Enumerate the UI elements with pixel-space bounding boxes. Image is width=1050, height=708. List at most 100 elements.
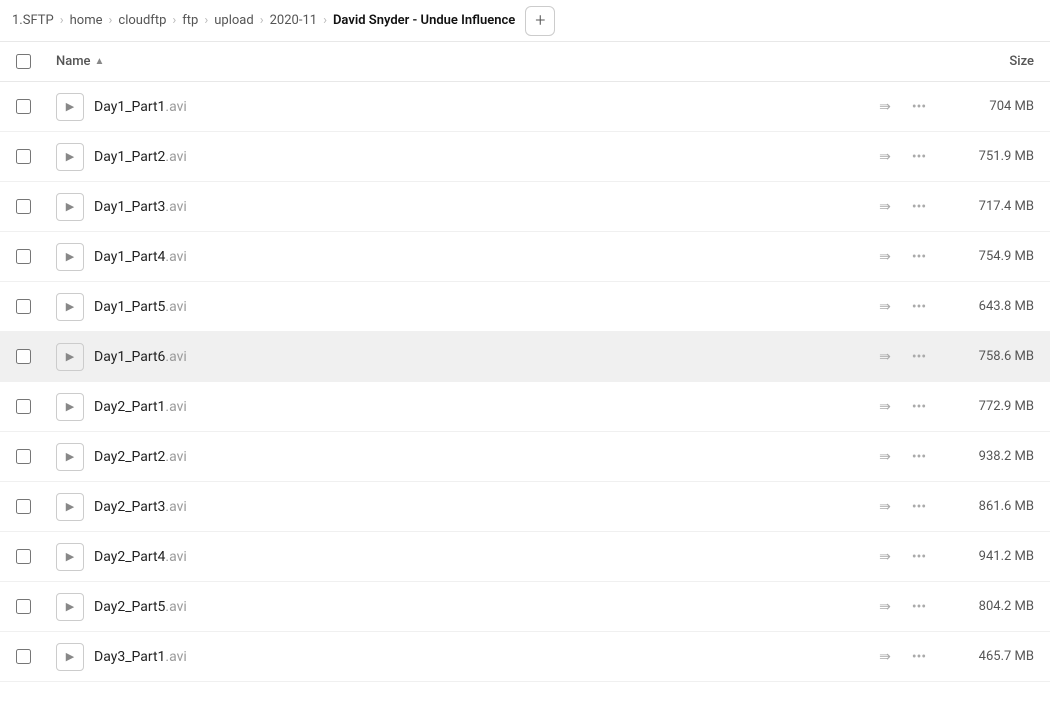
size-column-header: Size (934, 54, 1034, 69)
row-checkbox-1[interactable] (16, 99, 31, 114)
play-button-5[interactable]: ▶ (56, 293, 84, 321)
share-button-10[interactable]: ⇛ (870, 543, 900, 571)
row-checkbox-col-1 (16, 99, 56, 114)
select-all-checkbox[interactable] (16, 54, 31, 69)
table-row[interactable]: ▶ Day2_Part1.avi ⇛ ••• 772.9 MB (0, 382, 1050, 432)
more-icon: ••• (912, 649, 926, 665)
table-row[interactable]: ▶ Day2_Part3.avi ⇛ ••• 861.6 MB (0, 482, 1050, 532)
play-button-7[interactable]: ▶ (56, 393, 84, 421)
share-icon: ⇛ (879, 599, 891, 615)
row-checkbox-12[interactable] (16, 649, 31, 664)
table-row[interactable]: ▶ Day1_Part2.avi ⇛ ••• 751.9 MB (0, 132, 1050, 182)
play-button-2[interactable]: ▶ (56, 143, 84, 171)
more-button-1[interactable]: ••• (904, 93, 934, 121)
table-row[interactable]: ▶ Day2_Part4.avi ⇛ ••• 941.2 MB (0, 532, 1050, 582)
file-size-8: 938.2 MB (934, 449, 1034, 464)
table-row[interactable]: ▶ Day1_Part5.avi ⇛ ••• 643.8 MB (0, 282, 1050, 332)
file-size-1: 704 MB (934, 99, 1034, 114)
breadcrumb-item-upload[interactable]: upload (214, 13, 253, 28)
more-button-2[interactable]: ••• (904, 143, 934, 171)
share-icon: ⇛ (879, 149, 891, 165)
share-button-7[interactable]: ⇛ (870, 393, 900, 421)
breadcrumb-item-cloudftp[interactable]: cloudftp (118, 13, 166, 28)
row-actions-12: ⇛ ••• (814, 643, 934, 671)
table-row[interactable]: ▶ Day3_Part1.avi ⇛ ••• 465.7 MB (0, 632, 1050, 682)
more-button-11[interactable]: ••• (904, 593, 934, 621)
more-icon: ••• (912, 449, 926, 465)
table-row[interactable]: ▶ Day2_Part2.avi ⇛ ••• 938.2 MB (0, 432, 1050, 482)
row-checkbox-11[interactable] (16, 599, 31, 614)
file-name-5: Day1_Part5.avi (94, 299, 187, 315)
row-checkbox-5[interactable] (16, 299, 31, 314)
share-button-8[interactable]: ⇛ (870, 443, 900, 471)
breadcrumb-item-2020-11[interactable]: 2020-11 (270, 13, 317, 28)
play-button-4[interactable]: ▶ (56, 243, 84, 271)
breadcrumb-item-ftp[interactable]: ftp (182, 13, 198, 28)
name-column-label: Name (56, 54, 91, 69)
file-size-3: 717.4 MB (934, 199, 1034, 214)
share-button-6[interactable]: ⇛ (870, 343, 900, 371)
breadcrumb-item-home[interactable]: home (70, 13, 103, 28)
more-button-8[interactable]: ••• (904, 443, 934, 471)
row-checkbox-8[interactable] (16, 449, 31, 464)
table-row[interactable]: ▶ Day1_Part1.avi ⇛ ••• 704 MB (0, 82, 1050, 132)
play-button-12[interactable]: ▶ (56, 643, 84, 671)
row-actions-4: ⇛ ••• (814, 243, 934, 271)
table-row[interactable]: ▶ Day1_Part6.avi ⇛ ••• 758.6 MB (0, 332, 1050, 382)
more-button-10[interactable]: ••• (904, 543, 934, 571)
row-checkbox-2[interactable] (16, 149, 31, 164)
file-name-1: Day1_Part1.avi (94, 99, 187, 115)
row-actions-5: ⇛ ••• (814, 293, 934, 321)
share-button-2[interactable]: ⇛ (870, 143, 900, 171)
more-button-6[interactable]: ••• (904, 343, 934, 371)
breadcrumb-item-david-snyder---undue-influence: David Snyder - Undue Influence (333, 13, 515, 28)
share-button-5[interactable]: ⇛ (870, 293, 900, 321)
play-button-10[interactable]: ▶ (56, 543, 84, 571)
share-button-12[interactable]: ⇛ (870, 643, 900, 671)
row-checkbox-10[interactable] (16, 549, 31, 564)
play-button-3[interactable]: ▶ (56, 193, 84, 221)
share-button-3[interactable]: ⇛ (870, 193, 900, 221)
play-button-9[interactable]: ▶ (56, 493, 84, 521)
file-name-cell-3: ▶ Day1_Part3.avi (56, 193, 814, 221)
row-checkbox-col-2 (16, 149, 56, 164)
name-column-header[interactable]: Name ▲ (56, 54, 814, 69)
row-checkbox-9[interactable] (16, 499, 31, 514)
more-button-5[interactable]: ••• (904, 293, 934, 321)
share-icon: ⇛ (879, 549, 891, 565)
table-row[interactable]: ▶ Day1_Part4.avi ⇛ ••• 754.9 MB (0, 232, 1050, 282)
play-icon: ▶ (66, 500, 74, 513)
play-button-1[interactable]: ▶ (56, 93, 84, 121)
more-button-7[interactable]: ••• (904, 393, 934, 421)
file-name-12: Day3_Part1.avi (94, 649, 187, 665)
play-button-6[interactable]: ▶ (56, 343, 84, 371)
breadcrumb-separator: › (60, 13, 64, 28)
table-row[interactable]: ▶ Day2_Part5.avi ⇛ ••• 804.2 MB (0, 582, 1050, 632)
play-button-8[interactable]: ▶ (56, 443, 84, 471)
file-name-cell-4: ▶ Day1_Part4.avi (56, 243, 814, 271)
play-icon: ▶ (66, 150, 74, 163)
row-checkbox-6[interactable] (16, 349, 31, 364)
table-row[interactable]: ▶ Day1_Part3.avi ⇛ ••• 717.4 MB (0, 182, 1050, 232)
file-name-cell-1: ▶ Day1_Part1.avi (56, 93, 814, 121)
table-header: Name ▲ Size (0, 42, 1050, 82)
row-checkbox-4[interactable] (16, 249, 31, 264)
more-button-12[interactable]: ••• (904, 643, 934, 671)
share-button-4[interactable]: ⇛ (870, 243, 900, 271)
more-button-9[interactable]: ••• (904, 493, 934, 521)
add-folder-button[interactable]: + (525, 6, 555, 36)
file-name-11: Day2_Part5.avi (94, 599, 187, 615)
share-button-9[interactable]: ⇛ (870, 493, 900, 521)
play-button-11[interactable]: ▶ (56, 593, 84, 621)
more-icon: ••• (912, 399, 926, 415)
more-button-4[interactable]: ••• (904, 243, 934, 271)
row-checkbox-7[interactable] (16, 399, 31, 414)
file-size-5: 643.8 MB (934, 299, 1034, 314)
breadcrumb: 1.SFTP›home›cloudftp›ftp›upload›2020-11›… (0, 0, 1050, 42)
share-button-11[interactable]: ⇛ (870, 593, 900, 621)
row-checkbox-3[interactable] (16, 199, 31, 214)
share-button-1[interactable]: ⇛ (870, 93, 900, 121)
file-size-10: 941.2 MB (934, 549, 1034, 564)
breadcrumb-item-1sftp[interactable]: 1.SFTP (12, 13, 54, 28)
more-button-3[interactable]: ••• (904, 193, 934, 221)
